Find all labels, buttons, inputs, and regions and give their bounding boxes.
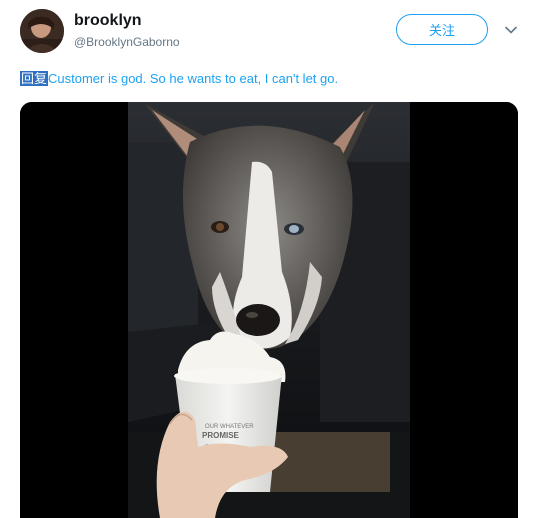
avatar-photo <box>20 9 64 53</box>
cup-text-line-2: PROMISE <box>202 431 240 440</box>
tweet-body: Customer is god. So he wants to eat, I c… <box>48 71 339 86</box>
tweet-media[interactable]: OUR WHATEVER PROMISE Go Dan Comer Great … <box>20 102 518 518</box>
dog-ice-cream-photo: OUR WHATEVER PROMISE Go Dan Comer Great … <box>20 102 518 518</box>
chevron-down-icon[interactable] <box>503 22 519 38</box>
cup-text-line-1: OUR WHATEVER <box>205 424 254 430</box>
follow-button[interactable]: 关注 <box>396 14 488 45</box>
reply-tag[interactable]: 回复 <box>20 71 49 86</box>
user-handle[interactable]: @BrooklynGaborno <box>74 35 180 49</box>
tweet-card: brooklyn @BrooklynGaborno 关注 回复Customer … <box>0 0 541 518</box>
display-name[interactable]: brooklyn <box>74 12 142 30</box>
tweet-text: 回复Customer is god. So he wants to eat, I… <box>20 68 338 87</box>
avatar[interactable] <box>20 9 64 53</box>
